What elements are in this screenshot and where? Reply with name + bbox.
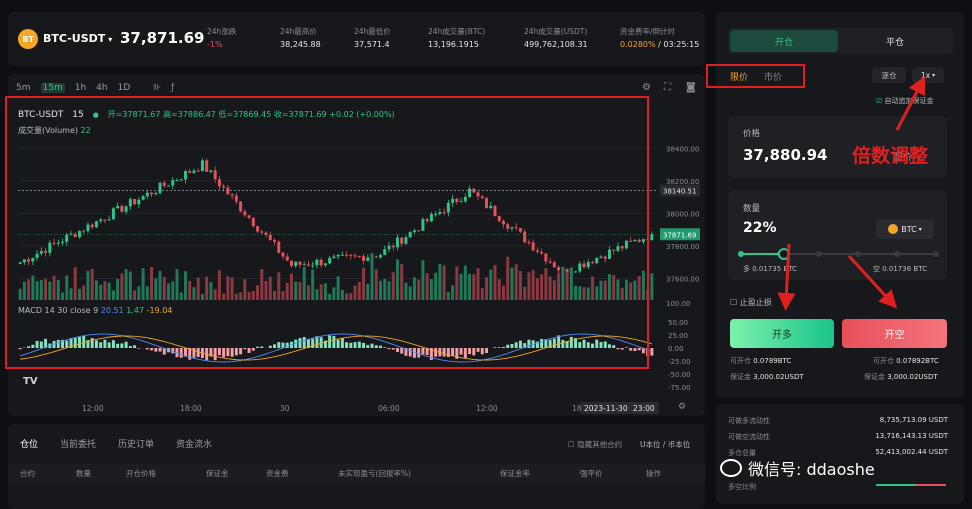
wechat-icon bbox=[720, 459, 742, 477]
annotation-arrows bbox=[777, 76, 926, 311]
watermark: 微信号: ddaoshe bbox=[720, 451, 966, 485]
arrow-to-short bbox=[847, 254, 898, 309]
arrow-to-long bbox=[777, 243, 796, 311]
watermark-text: 微信号: ddaoshe bbox=[748, 460, 875, 479]
arrow-to-leverage bbox=[895, 76, 926, 131]
